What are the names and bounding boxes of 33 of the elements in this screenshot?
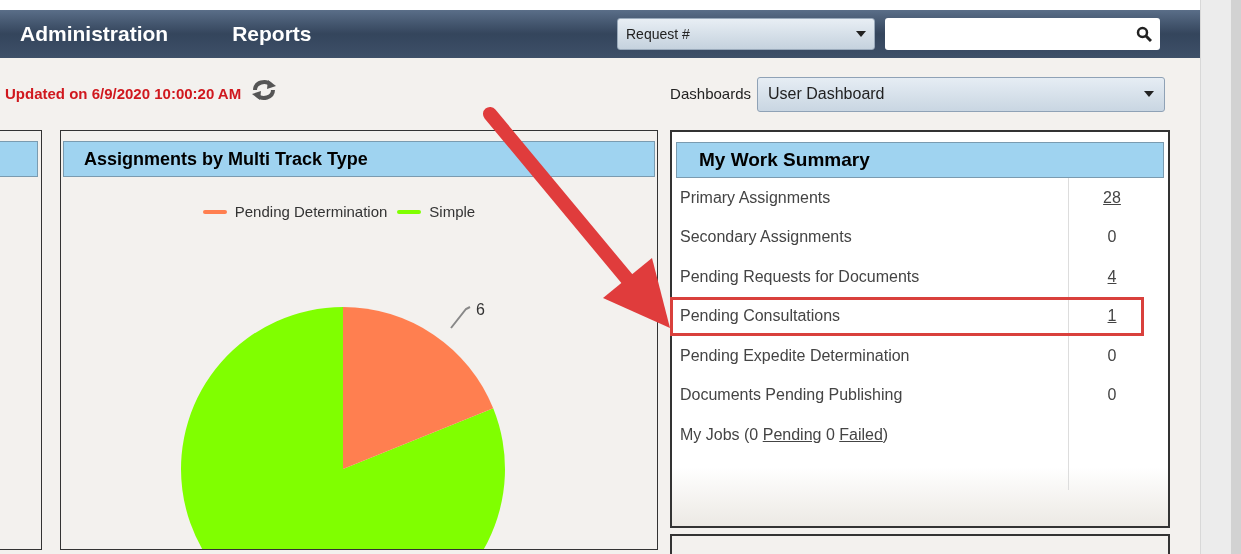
count-link[interactable]: 4 — [1100, 264, 1124, 289]
panel-header: Assignments by Multi Track Type — [63, 141, 655, 177]
nav-menu-item[interactable]: Reports — [232, 18, 312, 50]
search-type-dropdown[interactable]: Request # — [617, 18, 875, 50]
caret-icon — [856, 31, 866, 37]
dashboard-dropdown[interactable]: User Dashboard — [757, 76, 1165, 112]
summary-label: Secondary Assignments — [679, 227, 852, 248]
summary-label: Pending Requests for Documents — [679, 266, 920, 287]
legend-label[interactable]: Pending Determination — [234, 201, 388, 224]
leader-line — [450, 306, 471, 329]
count-value: 0 — [1106, 385, 1118, 406]
panel-header — [0, 141, 38, 177]
count-link[interactable]: 1 — [1100, 304, 1124, 329]
search-icon[interactable] — [1136, 26, 1152, 42]
count-value: 0 — [1106, 227, 1118, 248]
slice-value-label: 6 — [476, 301, 485, 318]
jobs-link[interactable]: Failed — [839, 425, 883, 443]
panel-header: My Work Summary — [676, 142, 1164, 178]
jobs-link[interactable]: Pending — [762, 425, 822, 443]
summary-label: Pending Consultations — [679, 306, 841, 327]
count-link[interactable]: 28 — [1100, 185, 1124, 210]
count-value: 0 — [1106, 345, 1118, 366]
nav-menu-item[interactable]: Administration — [20, 18, 169, 50]
caret-icon — [1144, 91, 1154, 97]
summary-label: Pending Expedite Determination — [679, 345, 910, 366]
summary-label: Documents Pending Publishing — [679, 385, 903, 406]
refresh-icon[interactable] — [251, 79, 278, 101]
my-jobs-text: My Jobs (0 Pending 0 Failed) — [680, 424, 889, 445]
dashboards-label: Dashboards — [670, 83, 751, 104]
last-updated-text: Updated on 6/9/2020 10:00:20 AM — [5, 83, 242, 104]
summary-label: Primary Assignments — [679, 187, 831, 208]
legend-label[interactable]: Simple — [429, 201, 476, 224]
search-field[interactable] — [885, 18, 1160, 50]
